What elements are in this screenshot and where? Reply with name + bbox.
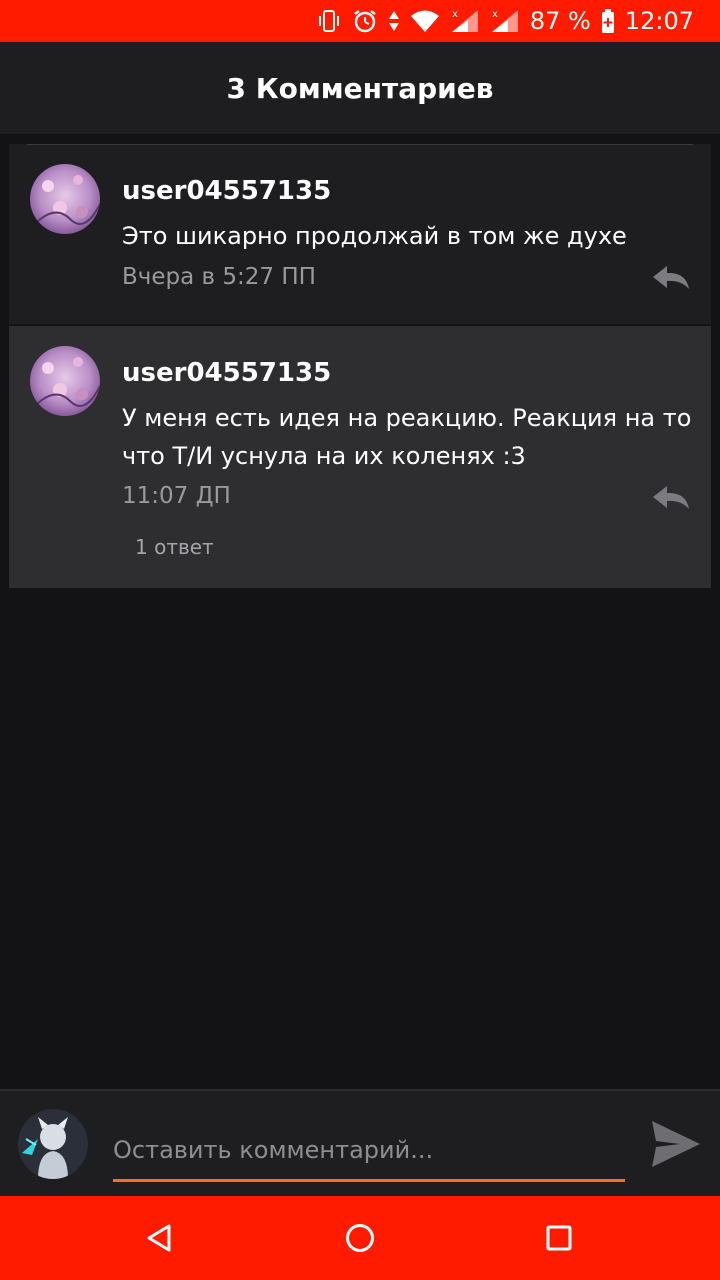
- system-nav-bar: [0, 1196, 720, 1280]
- svg-text:x: x: [492, 9, 498, 20]
- avatar[interactable]: [30, 164, 100, 234]
- status-bar: x x 87 % 12:07: [0, 0, 720, 42]
- comment-text: У меня есть идея на реакцию. Реакция на …: [122, 404, 692, 470]
- divider: [27, 144, 693, 145]
- avatar[interactable]: [30, 346, 100, 416]
- back-icon: [147, 1224, 171, 1252]
- comment-input[interactable]: [113, 1121, 625, 1182]
- reply-icon[interactable]: [651, 264, 691, 292]
- battery-icon: [601, 0, 615, 42]
- recents-icon: [546, 1225, 572, 1251]
- data-arrows-icon: [388, 0, 400, 42]
- wifi-icon: [410, 0, 440, 42]
- svg-text:x: x: [452, 9, 458, 20]
- avatar: [18, 1109, 88, 1179]
- battery-percent: 87 %: [529, 7, 591, 35]
- home-button[interactable]: [338, 1216, 382, 1260]
- comment-username[interactable]: user04557135: [122, 176, 331, 206]
- signal-icon: x: [490, 0, 520, 42]
- comment-text: Это шикарно продолжай в том же духе: [122, 222, 627, 250]
- comment-timestamp: Вчера в 5:27 ПП: [122, 264, 316, 290]
- recents-button[interactable]: [537, 1216, 581, 1260]
- comment-composer: [0, 1089, 720, 1196]
- comment-timestamp: 11:07 ДП: [122, 483, 231, 509]
- back-button[interactable]: [138, 1216, 182, 1260]
- comments-header: 3 Комментариев: [0, 42, 720, 134]
- reply-icon[interactable]: [651, 484, 691, 512]
- view-replies-link[interactable]: 1 ответ: [135, 535, 214, 559]
- send-icon: [652, 1121, 700, 1167]
- page-title: 3 Комментариев: [226, 71, 494, 105]
- comment-item[interactable]: user04557135 Это шикарно продолжай в том…: [9, 144, 711, 324]
- send-button[interactable]: [650, 1119, 702, 1169]
- clock: 12:07: [624, 7, 694, 35]
- comment-username[interactable]: user04557135: [122, 358, 331, 388]
- vibrate-icon: [316, 0, 342, 42]
- signal-icon: x: [450, 0, 480, 42]
- home-icon: [346, 1224, 374, 1252]
- alarm-icon: [352, 0, 378, 42]
- comment-item[interactable]: user04557135 У меня есть идея на реакцию…: [9, 326, 711, 588]
